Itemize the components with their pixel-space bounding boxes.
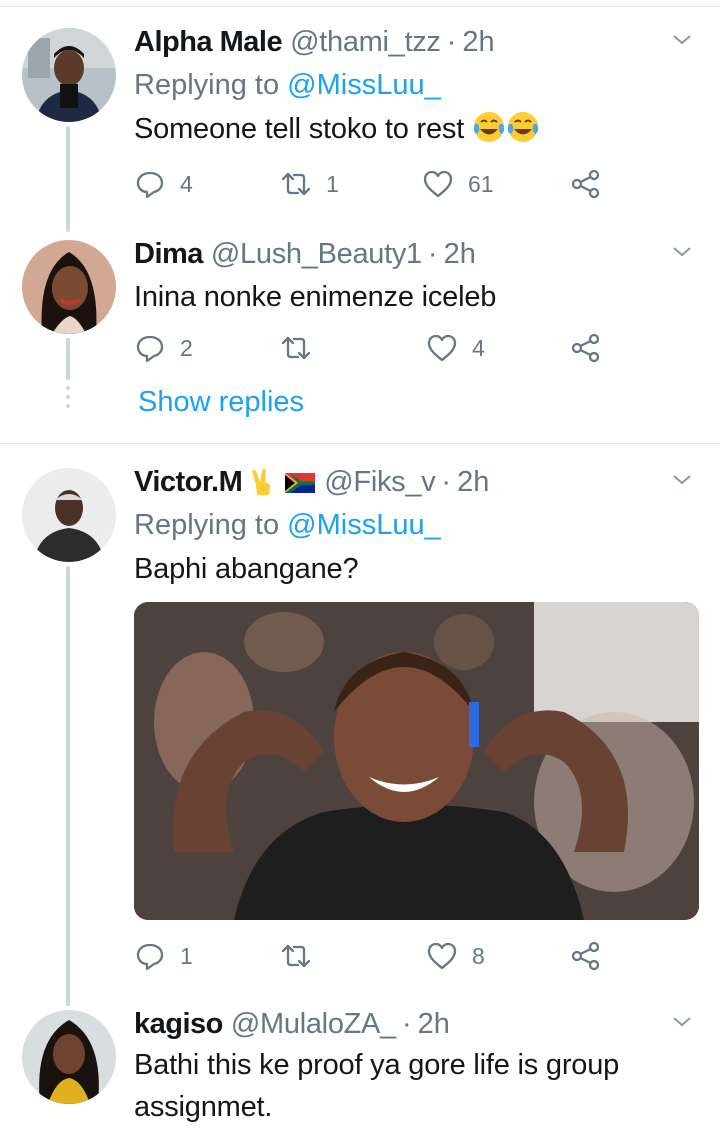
mention-link[interactable]: @MissLuu_ xyxy=(287,509,441,541)
reply-icon xyxy=(136,943,164,971)
chevron-down-icon[interactable] xyxy=(670,28,694,52)
tweet-text-line: assignmet. xyxy=(134,1091,273,1123)
tweet-header: Dima @Lush_Beauty1 · 2h xyxy=(134,236,700,272)
tweet-text: Baphi abangane? xyxy=(134,553,359,585)
like-button[interactable]: 61 xyxy=(422,164,494,204)
timestamp[interactable]: 2h xyxy=(444,236,476,272)
tweet-actions: 2 4 xyxy=(134,328,614,368)
tweet-text: Inina nonke enimenze iceleb xyxy=(134,281,497,313)
separator-dot: · xyxy=(441,466,452,498)
replying-label: Replying to xyxy=(134,69,280,101)
tweet-actions: 4 1 61 xyxy=(134,164,614,204)
avatar[interactable] xyxy=(22,240,116,334)
tweet-text-line: Bathi this ke proof ya gore life is grou… xyxy=(134,1049,620,1081)
reply-icon xyxy=(136,171,164,199)
avatar[interactable] xyxy=(22,28,116,122)
retweet-count: 1 xyxy=(326,170,339,197)
like-button[interactable]: 4 xyxy=(426,328,485,368)
user-handle[interactable]: @Fiks_v xyxy=(324,464,435,500)
display-name[interactable]: Dima xyxy=(134,236,203,272)
display-name[interactable]: kagiso xyxy=(134,1006,223,1042)
separator-dot: · xyxy=(401,1008,412,1040)
timestamp[interactable]: 2h xyxy=(457,464,489,500)
display-name[interactable]: Alpha Male xyxy=(134,24,283,60)
like-count: 61 xyxy=(468,170,494,197)
replying-label: Replying to xyxy=(134,509,280,541)
victory-hand-emoji-icon xyxy=(252,469,271,495)
tears-of-joy-emoji-icon xyxy=(506,110,540,144)
conversation-divider xyxy=(0,443,720,444)
heart-icon xyxy=(427,334,457,362)
timestamp[interactable]: 2h xyxy=(462,24,494,60)
reply-count: 1 xyxy=(180,942,193,969)
share-icon xyxy=(571,169,600,199)
thread-dots xyxy=(66,386,70,413)
reply-button[interactable]: 4 xyxy=(134,164,193,204)
tweet-header: Alpha Male @thami_tzz · 2h xyxy=(134,24,700,60)
user-handle[interactable]: @thami_tzz xyxy=(290,24,441,60)
avatar[interactable] xyxy=(22,1010,116,1104)
reply-count: 2 xyxy=(180,334,193,361)
share-button[interactable] xyxy=(570,164,602,204)
replying-to: Replying to @MissLuu_ xyxy=(134,506,700,544)
show-replies-link[interactable]: Show replies xyxy=(138,386,304,419)
heart-icon xyxy=(423,170,453,198)
like-count: 8 xyxy=(472,942,485,969)
chevron-down-icon[interactable] xyxy=(670,468,694,492)
share-button[interactable] xyxy=(570,328,602,368)
user-handle[interactable]: @Lush_Beauty1 xyxy=(211,236,422,272)
timestamp[interactable]: 2h xyxy=(418,1006,450,1042)
tweet-text-content: Someone tell stoko to rest xyxy=(134,113,465,145)
tweet-actions: 1 8 xyxy=(134,936,614,976)
like-button[interactable]: 8 xyxy=(426,936,485,976)
chevron-down-icon[interactable] xyxy=(670,240,694,264)
tweet-header: Victor.M @Fiks_v · 2h xyxy=(134,464,700,500)
thread-line xyxy=(66,338,70,380)
tweet-header: kagiso @MulaloZA_ · 2h xyxy=(134,1006,700,1042)
share-button[interactable] xyxy=(570,936,602,976)
retweet-button[interactable] xyxy=(280,936,326,976)
south-africa-flag-icon xyxy=(285,473,316,493)
retweet-button[interactable]: 1 xyxy=(280,164,339,204)
separator-dot: · xyxy=(446,26,457,58)
reply-icon xyxy=(136,335,164,363)
mention-link[interactable]: @MissLuu_ xyxy=(287,69,441,101)
top-divider xyxy=(0,6,720,7)
thread-line xyxy=(66,126,70,232)
chevron-down-icon[interactable] xyxy=(670,1010,694,1034)
reply-count: 4 xyxy=(180,170,193,197)
tears-of-joy-emoji-icon xyxy=(472,110,506,144)
retweet-button[interactable] xyxy=(280,328,326,368)
tweet-text: Someone tell stoko to rest xyxy=(134,108,700,150)
display-name[interactable]: Victor.M xyxy=(134,464,243,500)
share-icon xyxy=(571,333,600,363)
separator-dot: · xyxy=(427,238,438,270)
user-handle[interactable]: @MulaloZA_ xyxy=(231,1006,396,1042)
replying-to: Replying to @MissLuu_ xyxy=(134,66,700,104)
retweet-icon xyxy=(281,172,311,196)
tweet-media-image[interactable] xyxy=(134,602,699,920)
thread-line xyxy=(66,566,70,1006)
share-icon xyxy=(571,941,600,971)
avatar[interactable] xyxy=(22,468,116,562)
heart-icon xyxy=(427,942,457,970)
reply-button[interactable]: 2 xyxy=(134,328,193,368)
retweet-icon xyxy=(281,944,311,968)
like-count: 4 xyxy=(472,334,485,361)
retweet-icon xyxy=(281,336,311,360)
reply-button[interactable]: 1 xyxy=(134,936,193,976)
